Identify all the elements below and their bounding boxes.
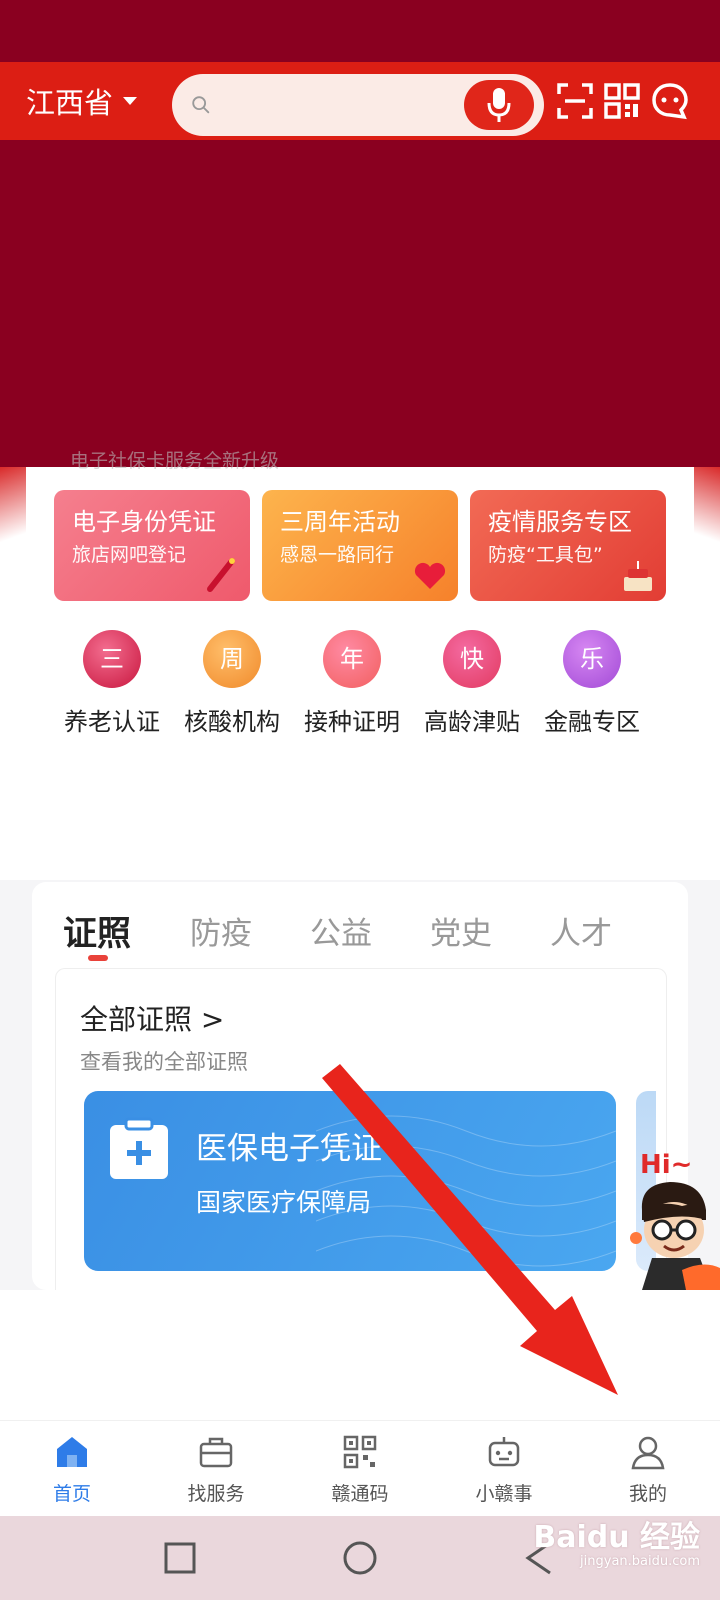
recent-apps-icon[interactable] [160, 1538, 200, 1578]
qr-code-icon[interactable] [603, 82, 641, 120]
voice-search-button[interactable] [464, 80, 534, 130]
tab-charity[interactable]: 公益 [310, 908, 372, 953]
nav-gantong-code[interactable]: 赣通码 [288, 1421, 432, 1516]
tab-certificates[interactable]: 证照 [63, 906, 131, 955]
tab-party-history[interactable]: 党史 [430, 908, 492, 953]
promo-card-epidemic-services[interactable]: 疫情服务专区 防疫“工具包” [470, 490, 666, 601]
quick-item-finance[interactable]: 乐 金融专区 [536, 630, 648, 737]
promo-banner[interactable] [0, 140, 720, 467]
card-title: 医保电子凭证 [196, 1131, 382, 1167]
nav-label: 我的 [628, 1483, 667, 1505]
promo-card-anniversary[interactable]: 三周年活动 感恩一路同行 [262, 490, 458, 601]
microphone-icon [487, 88, 511, 122]
nav-label: 找服务 [187, 1483, 245, 1505]
cake-icon [624, 561, 652, 591]
status-bar [0, 0, 720, 62]
tab-indicator [88, 955, 108, 961]
banner-edge-left [0, 467, 26, 552]
quick-item-label: 接种证明 [304, 708, 400, 736]
card-subtitle: 国家医疗保障局 [196, 1188, 372, 1217]
quick-item-label: 高龄津贴 [424, 708, 520, 736]
quick-item-label: 金融专区 [544, 708, 640, 736]
bottom-navigation: 首页 找服务 赣通码 小赣事 我的 [0, 1420, 720, 1516]
festival-badge-icon: 年 [323, 630, 381, 688]
user-icon [631, 1436, 665, 1470]
festival-badge-icon: 快 [443, 630, 501, 688]
nav-mine[interactable]: 我的 [576, 1421, 720, 1516]
briefcase-icon [199, 1437, 233, 1468]
faded-notice: 电子社保卡服务全新升级 [70, 450, 280, 472]
quick-item-pension-auth[interactable]: 三 养老认证 [56, 630, 168, 737]
certificates-subtitle: 查看我的全部证照 [80, 1050, 248, 1074]
promo-title: 疫情服务专区 [488, 508, 632, 536]
nav-home[interactable]: 首页 [0, 1421, 144, 1516]
banner-edge-right [694, 467, 720, 552]
quick-item-elderly-allowance[interactable]: 快 高龄津贴 [416, 630, 528, 737]
quick-item-testing-sites[interactable]: 周 核酸机构 [176, 630, 288, 737]
message-icon[interactable] [651, 82, 689, 120]
watermark-main: Baidu 经验 [533, 1520, 700, 1555]
qr-code-icon [343, 1435, 377, 1469]
wave-pattern [316, 1115, 616, 1267]
all-certificates-link[interactable]: 全部证照 > [80, 998, 224, 1038]
firecracker-icon [207, 558, 235, 592]
home-circle-icon[interactable] [340, 1538, 380, 1578]
promo-title: 电子身份凭证 [72, 508, 216, 536]
nav-label: 首页 [52, 1483, 91, 1505]
medical-insurance-card[interactable]: 医保电子凭证 国家医疗保障局 [84, 1091, 616, 1271]
promo-title: 三周年活动 [280, 508, 400, 536]
mascot-assistant-icon[interactable] [622, 1160, 720, 1290]
nav-label: 赣通码 [331, 1483, 389, 1505]
festival-badge-icon: 周 [203, 630, 261, 688]
nav-find-services[interactable]: 找服务 [144, 1421, 288, 1516]
hearts-icon [414, 562, 446, 589]
quick-item-label: 养老认证 [64, 708, 160, 736]
quick-item-label: 核酸机构 [184, 708, 280, 736]
search-bar[interactable] [172, 74, 544, 136]
province-selector[interactable]: 江西省 [26, 80, 138, 122]
tab-talent[interactable]: 人才 [550, 908, 612, 953]
home-icon [57, 1437, 87, 1467]
province-label: 江西省 [26, 86, 114, 120]
quick-item-vaccination-cert[interactable]: 年 接种证明 [296, 630, 408, 737]
tab-epidemic[interactable]: 防疫 [190, 908, 252, 953]
watermark-sub: jingyan.baidu.com [580, 1554, 700, 1569]
top-header: 江西省 [0, 62, 720, 140]
promo-card-id-credential[interactable]: 电子身份凭证 旅店网吧登记 [54, 490, 250, 601]
blank-band [0, 770, 720, 880]
medical-clipboard-icon [110, 1117, 168, 1179]
nav-xiaoganshi[interactable]: 小赣事 [432, 1421, 576, 1516]
search-icon [192, 96, 210, 114]
festival-badge-icon: 三 [83, 630, 141, 688]
nav-label: 小赣事 [475, 1483, 533, 1505]
caret-down-icon [123, 97, 138, 105]
robot-icon [488, 1437, 520, 1467]
scan-icon[interactable] [556, 82, 594, 120]
baidu-watermark: Baidu 经验 jingyan.baidu.com [533, 1512, 700, 1569]
festival-badge-icon: 乐 [563, 630, 621, 688]
